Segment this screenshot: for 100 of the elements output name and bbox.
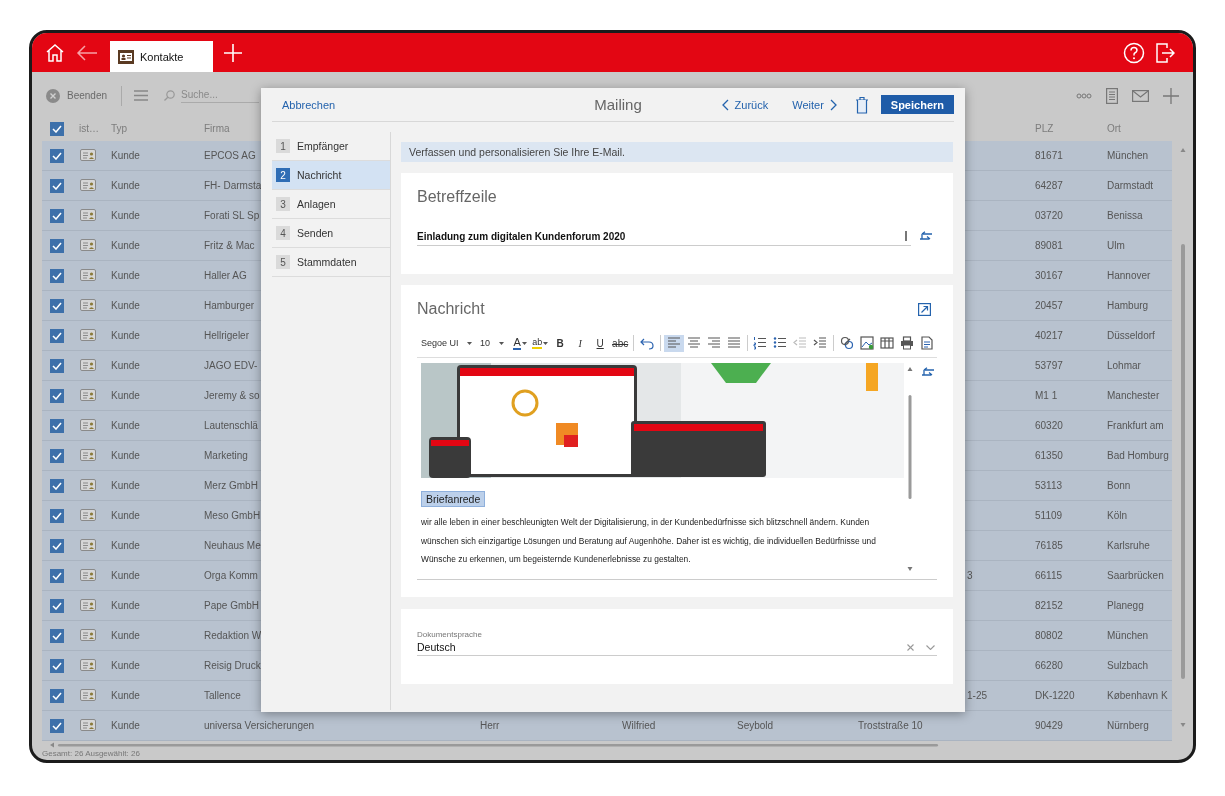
table-cell: Neuhaus Me [204, 540, 261, 551]
search-field[interactable]: Suche... [181, 88, 260, 103]
align-left-button[interactable] [663, 334, 684, 352]
back-button[interactable]: Zurück [721, 98, 769, 111]
checkbox[interactable] [50, 328, 64, 343]
info-banner: Verfassen und personalisieren Sie Ihre E-Mail. [401, 142, 953, 162]
checkbox[interactable] [50, 238, 64, 253]
checkbox[interactable] [50, 298, 64, 313]
checkbox[interactable] [50, 148, 64, 163]
contact-card-icon [80, 208, 96, 221]
table-cell: Kunde [111, 600, 140, 611]
table-cell: Tallence [204, 690, 241, 701]
caret-icon [499, 341, 505, 345]
table-cell: 90429 [1035, 720, 1063, 731]
table-cell: Kunde [111, 180, 140, 191]
merge-field[interactable]: Briefanrede [421, 491, 486, 507]
table-cell: JAGO EDV- [204, 360, 258, 371]
font-select[interactable]: Segoe UI [417, 335, 473, 351]
language-select[interactable]: Deutsch [417, 639, 937, 656]
table-cell: Manchester [1107, 390, 1160, 401]
step-item[interactable]: 5 Stammdaten [272, 248, 390, 277]
table-cell: Hellrigeler [204, 330, 249, 341]
step-item[interactable]: 4 Senden [272, 219, 390, 248]
save-button[interactable]: Speichern [880, 95, 954, 114]
checkbox[interactable] [50, 121, 64, 136]
table-cell: 3 [967, 570, 973, 581]
table-cell: 80802 [1035, 630, 1063, 641]
checkbox[interactable] [50, 418, 64, 433]
contact-card-icon [80, 538, 96, 551]
table-cell: Kunde [111, 630, 140, 641]
table-cell: Kunde [111, 450, 140, 461]
checkbox[interactable] [50, 628, 64, 643]
font-color-button[interactable]: A [510, 334, 531, 352]
table-cell: Kunde [111, 660, 140, 671]
table-cell: Darmstadt [1107, 180, 1154, 191]
checkbox[interactable] [50, 688, 64, 703]
mail-icon[interactable] [1132, 89, 1149, 102]
clear-icon[interactable] [907, 643, 914, 651]
table-cell: Kunde [111, 330, 140, 341]
checkbox[interactable] [50, 448, 64, 463]
checkbox[interactable] [50, 358, 64, 373]
italic-button[interactable]: I [570, 334, 591, 352]
subject-field[interactable]: Einladung zum digitalen Kundenforum 2020 [417, 227, 911, 246]
table-cell: München [1107, 150, 1149, 161]
contact-card-icon [80, 298, 96, 311]
table-cell: Sulzbach [1107, 660, 1149, 671]
next-button[interactable]: Weiter [792, 98, 837, 111]
table-cell: 53797 [1035, 360, 1063, 371]
status-text: Gesamt: 26 Ausgewählt: 26 [42, 749, 140, 758]
table-cell: 40217 [1035, 330, 1063, 341]
outdent-icon [793, 336, 808, 350]
tab[interactable]: Kontakte [110, 41, 213, 72]
help-icon[interactable] [1123, 41, 1145, 64]
chevron-down-icon[interactable] [926, 644, 935, 650]
table-cell: 82152 [1035, 600, 1063, 611]
external-link-icon[interactable] [918, 302, 931, 316]
table-cell: 66115 [1035, 570, 1063, 581]
table-cell: Planegg [1107, 600, 1144, 611]
contact-card-icon [80, 358, 96, 371]
bold-button[interactable]: B [550, 334, 571, 352]
home-icon[interactable] [44, 41, 66, 64]
table-cell: Kunde [111, 690, 140, 701]
checkbox[interactable] [50, 538, 64, 553]
checkbox[interactable] [50, 268, 64, 283]
table-cell: Pape GmbH [204, 600, 260, 611]
table-cell: Reisig Druck [204, 660, 261, 671]
table-cell: Kunde [111, 720, 140, 731]
table-cell: Marketing [204, 450, 248, 461]
checkbox[interactable] [50, 508, 64, 523]
checkbox[interactable] [50, 478, 64, 493]
exit-icon[interactable] [1155, 41, 1175, 64]
contact-card-icon [80, 718, 96, 731]
checkbox[interactable] [50, 208, 64, 223]
checkbox[interactable] [50, 718, 64, 733]
checkbox[interactable] [50, 388, 64, 403]
return-arrow-icon[interactable] [921, 367, 935, 378]
underline-button[interactable]: U [590, 334, 611, 352]
checkbox[interactable] [50, 658, 64, 673]
strikethrough-button[interactable]: abc [610, 334, 631, 352]
table-cell: M1 1 [1035, 390, 1058, 401]
checkbox[interactable] [50, 568, 64, 583]
document-icon[interactable] [1106, 87, 1118, 104]
trash-icon[interactable] [854, 95, 869, 114]
cancel-link[interactable]: Abbrechen [282, 98, 595, 111]
table-cell: Kunde [111, 150, 140, 161]
highlight-button[interactable]: ab [530, 334, 551, 352]
step-item[interactable]: 3 Anlagen [272, 190, 390, 219]
table-cell: Wilfried [622, 720, 656, 731]
contact-card-icon [80, 268, 96, 281]
checkbox[interactable] [50, 598, 64, 613]
table-cell: universa Versicherungen [204, 720, 315, 731]
table-cell: 20457 [1035, 300, 1063, 311]
printer-icon [899, 336, 914, 350]
step-item[interactable]: 2 Nachricht [272, 161, 390, 190]
table-cell: Hamburger [204, 300, 255, 311]
size-select[interactable]: 10 [476, 335, 505, 351]
table-cell: Köln [1107, 510, 1127, 521]
return-arrow-icon[interactable] [919, 231, 933, 242]
table-cell: EPCOS AG [204, 150, 256, 161]
checkbox[interactable] [50, 178, 64, 193]
